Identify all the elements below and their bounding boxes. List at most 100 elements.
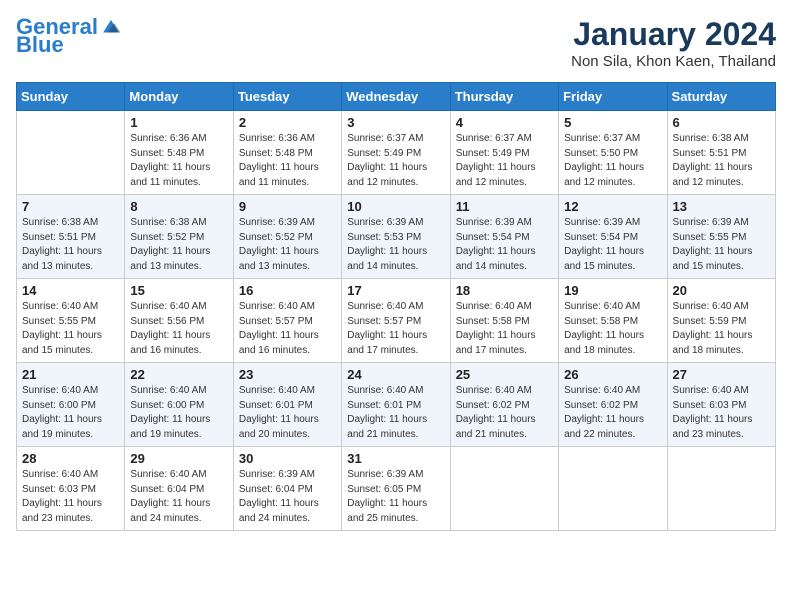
- day-number: 21: [22, 367, 119, 382]
- day-number: 4: [456, 115, 553, 130]
- day-info: Sunrise: 6:38 AMSunset: 5:51 PMDaylight:…: [673, 132, 770, 190]
- day-number: 2: [239, 115, 336, 130]
- calendar-cell: 15 Sunrise: 6:40 AMSunset: 5:56 PMDayligh…: [125, 279, 233, 363]
- day-number: 1: [130, 115, 227, 130]
- day-number: 20: [673, 283, 770, 298]
- calendar-cell: 6 Sunrise: 6:38 AMSunset: 5:51 PMDaylight…: [667, 111, 775, 195]
- day-header-wednesday: Wednesday: [342, 83, 450, 111]
- day-info: Sunrise: 6:40 AMSunset: 6:00 PMDaylight:…: [130, 384, 227, 442]
- day-number: 3: [347, 115, 444, 130]
- calendar-cell: 18 Sunrise: 6:40 AMSunset: 5:58 PMDayligh…: [450, 279, 558, 363]
- day-info: Sunrise: 6:39 AMSunset: 5:55 PMDaylight:…: [673, 216, 770, 274]
- page-header: General Blue January 2024 Non Sila, Khon…: [16, 16, 776, 70]
- day-number: 12: [564, 199, 661, 214]
- day-info: Sunrise: 6:40 AMSunset: 6:02 PMDaylight:…: [456, 384, 553, 442]
- calendar-cell: 27 Sunrise: 6:40 AMSunset: 6:03 PMDayligh…: [667, 363, 775, 447]
- day-number: 17: [347, 283, 444, 298]
- day-header-friday: Friday: [559, 83, 667, 111]
- calendar-cell: 28 Sunrise: 6:40 AMSunset: 6:03 PMDayligh…: [17, 447, 125, 531]
- calendar-cell: 25 Sunrise: 6:40 AMSunset: 6:02 PMDayligh…: [450, 363, 558, 447]
- day-number: 31: [347, 451, 444, 466]
- day-info: Sunrise: 6:40 AMSunset: 6:01 PMDaylight:…: [239, 384, 336, 442]
- calendar-week-row: 14 Sunrise: 6:40 AMSunset: 5:55 PMDayligh…: [17, 279, 776, 363]
- day-info: Sunrise: 6:40 AMSunset: 5:55 PMDaylight:…: [22, 300, 119, 358]
- day-info: Sunrise: 6:40 AMSunset: 5:58 PMDaylight:…: [456, 300, 553, 358]
- day-info: Sunrise: 6:39 AMSunset: 5:54 PMDaylight:…: [564, 216, 661, 274]
- day-info: Sunrise: 6:39 AMSunset: 5:54 PMDaylight:…: [456, 216, 553, 274]
- calendar-cell: 5 Sunrise: 6:37 AMSunset: 5:50 PMDaylight…: [559, 111, 667, 195]
- day-number: 19: [564, 283, 661, 298]
- day-number: 24: [347, 367, 444, 382]
- day-info: Sunrise: 6:40 AMSunset: 5:56 PMDaylight:…: [130, 300, 227, 358]
- day-info: Sunrise: 6:40 AMSunset: 6:03 PMDaylight:…: [673, 384, 770, 442]
- day-number: 28: [22, 451, 119, 466]
- logo-icon: [100, 16, 122, 38]
- day-header-saturday: Saturday: [667, 83, 775, 111]
- day-info: Sunrise: 6:40 AMSunset: 5:57 PMDaylight:…: [347, 300, 444, 358]
- day-info: Sunrise: 6:38 AMSunset: 5:51 PMDaylight:…: [22, 216, 119, 274]
- calendar-cell: 23Sunrise: 6:40 AMSunset: 6:01 PMDayligh…: [233, 363, 341, 447]
- day-info: Sunrise: 6:40 AMSunset: 6:02 PMDaylight:…: [564, 384, 661, 442]
- title-block: January 2024 Non Sila, Khon Kaen, Thaila…: [571, 16, 776, 70]
- day-header-sunday: Sunday: [17, 83, 125, 111]
- calendar-cell: 31 Sunrise: 6:39 AMSunset: 6:05 PMDayligh…: [342, 447, 450, 531]
- calendar-cell: [17, 111, 125, 195]
- day-info: Sunrise: 6:37 AMSunset: 5:50 PMDaylight:…: [564, 132, 661, 190]
- calendar-week-row: 28 Sunrise: 6:40 AMSunset: 6:03 PMDayligh…: [17, 447, 776, 531]
- day-info: Sunrise: 6:39 AMSunset: 5:52 PMDaylight:…: [239, 216, 336, 274]
- calendar-cell: 8Sunrise: 6:38 AMSunset: 5:52 PMDaylight…: [125, 195, 233, 279]
- day-info: Sunrise: 6:39 AMSunset: 6:04 PMDaylight:…: [239, 468, 336, 526]
- calendar-cell: 7 Sunrise: 6:38 AMSunset: 5:51 PMDaylight…: [17, 195, 125, 279]
- calendar-cell: 17 Sunrise: 6:40 AMSunset: 5:57 PMDayligh…: [342, 279, 450, 363]
- day-header-thursday: Thursday: [450, 83, 558, 111]
- day-info: Sunrise: 6:37 AMSunset: 5:49 PMDaylight:…: [347, 132, 444, 190]
- day-number: 14: [22, 283, 119, 298]
- day-info: Sunrise: 6:37 AMSunset: 5:49 PMDaylight:…: [456, 132, 553, 190]
- day-info: Sunrise: 6:38 AMSunset: 5:52 PMDaylight:…: [130, 216, 227, 274]
- day-number: 9: [239, 199, 336, 214]
- day-header-monday: Monday: [125, 83, 233, 111]
- day-number: 13: [673, 199, 770, 214]
- logo: General Blue: [16, 16, 124, 56]
- calendar-cell: [450, 447, 558, 531]
- logo-subtext: Blue: [16, 34, 64, 56]
- calendar-header-row: SundayMondayTuesdayWednesdayThursdayFrid…: [17, 83, 776, 111]
- day-number: 16: [239, 283, 336, 298]
- day-number: 5: [564, 115, 661, 130]
- day-number: 7: [22, 199, 119, 214]
- day-header-tuesday: Tuesday: [233, 83, 341, 111]
- month-title: January 2024: [571, 16, 776, 53]
- calendar-week-row: 7 Sunrise: 6:38 AMSunset: 5:51 PMDaylight…: [17, 195, 776, 279]
- day-info: Sunrise: 6:36 AMSunset: 5:48 PMDaylight:…: [130, 132, 227, 190]
- calendar-cell: 2 Sunrise: 6:36 AMSunset: 5:48 PMDaylight…: [233, 111, 341, 195]
- day-number: 10: [347, 199, 444, 214]
- calendar-cell: 29 Sunrise: 6:40 AMSunset: 6:04 PMDayligh…: [125, 447, 233, 531]
- day-info: Sunrise: 6:40 AMSunset: 5:59 PMDaylight:…: [673, 300, 770, 358]
- day-info: Sunrise: 6:40 AMSunset: 6:00 PMDaylight:…: [22, 384, 119, 442]
- calendar-cell: 30Sunrise: 6:39 AMSunset: 6:04 PMDayligh…: [233, 447, 341, 531]
- day-number: 29: [130, 451, 227, 466]
- day-info: Sunrise: 6:40 AMSunset: 5:57 PMDaylight:…: [239, 300, 336, 358]
- day-number: 15: [130, 283, 227, 298]
- calendar-cell: 3 Sunrise: 6:37 AMSunset: 5:49 PMDaylight…: [342, 111, 450, 195]
- calendar-cell: 13 Sunrise: 6:39 AMSunset: 5:55 PMDayligh…: [667, 195, 775, 279]
- day-number: 22: [130, 367, 227, 382]
- calendar-cell: 22 Sunrise: 6:40 AMSunset: 6:00 PMDayligh…: [125, 363, 233, 447]
- day-info: Sunrise: 6:39 AMSunset: 6:05 PMDaylight:…: [347, 468, 444, 526]
- day-info: Sunrise: 6:36 AMSunset: 5:48 PMDaylight:…: [239, 132, 336, 190]
- calendar-cell: 12 Sunrise: 6:39 AMSunset: 5:54 PMDayligh…: [559, 195, 667, 279]
- day-number: 25: [456, 367, 553, 382]
- calendar-cell: 4 Sunrise: 6:37 AMSunset: 5:49 PMDaylight…: [450, 111, 558, 195]
- calendar-cell: [559, 447, 667, 531]
- day-number: 18: [456, 283, 553, 298]
- day-info: Sunrise: 6:40 AMSunset: 6:04 PMDaylight:…: [130, 468, 227, 526]
- calendar-week-row: 1 Sunrise: 6:36 AMSunset: 5:48 PMDaylight…: [17, 111, 776, 195]
- calendar-cell: [667, 447, 775, 531]
- calendar-cell: 10 Sunrise: 6:39 AMSunset: 5:53 PMDayligh…: [342, 195, 450, 279]
- calendar-cell: 16 Sunrise: 6:40 AMSunset: 5:57 PMDayligh…: [233, 279, 341, 363]
- calendar-cell: 14 Sunrise: 6:40 AMSunset: 5:55 PMDayligh…: [17, 279, 125, 363]
- day-number: 27: [673, 367, 770, 382]
- day-info: Sunrise: 6:39 AMSunset: 5:53 PMDaylight:…: [347, 216, 444, 274]
- day-info: Sunrise: 6:40 AMSunset: 6:03 PMDaylight:…: [22, 468, 119, 526]
- day-number: 6: [673, 115, 770, 130]
